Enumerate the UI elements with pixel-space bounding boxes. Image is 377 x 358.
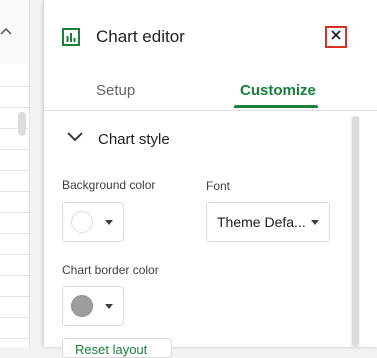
chart-border-color-label: Chart border color (62, 263, 159, 277)
panel-header: Chart editor (44, 0, 377, 66)
font-value: Theme Defa... (217, 214, 306, 230)
background-color-picker[interactable] (62, 202, 124, 242)
bar-chart-icon (62, 28, 80, 46)
active-tab-indicator (234, 105, 318, 108)
dropdown-caret-icon (311, 220, 319, 225)
scrollbar-thumb[interactable] (352, 116, 359, 347)
reset-layout-label: Reset layout (75, 342, 148, 357)
font-select[interactable]: Theme Defa... (206, 202, 330, 242)
font-label: Font (206, 179, 231, 193)
background-color-label: Background color (62, 178, 156, 192)
reset-layout-button[interactable]: Reset layout (62, 338, 172, 358)
dropdown-caret-icon (105, 304, 113, 309)
divider (29, 0, 30, 347)
divider (44, 110, 377, 111)
spreadsheet-edge (0, 0, 30, 347)
close-button[interactable] (325, 26, 347, 48)
chevron-up-icon[interactable] (0, 22, 18, 46)
tab-customize[interactable]: Customize (240, 82, 316, 100)
section-title-chart-style[interactable]: Chart style (98, 131, 170, 149)
chart-editor-panel: Chart editor Setup Customize Chart style… (44, 0, 377, 358)
color-swatch (71, 295, 93, 317)
color-swatch (71, 211, 93, 233)
close-icon (330, 28, 342, 46)
dropdown-caret-icon (105, 220, 113, 225)
chart-border-color-picker[interactable] (62, 286, 124, 326)
editor-tabs: Setup Customize (44, 66, 377, 110)
chevron-down-icon[interactable] (66, 130, 84, 142)
panel-title: Chart editor (96, 27, 185, 46)
tab-setup[interactable]: Setup (96, 82, 135, 100)
spreadsheet-scrollbar[interactable] (18, 112, 26, 136)
